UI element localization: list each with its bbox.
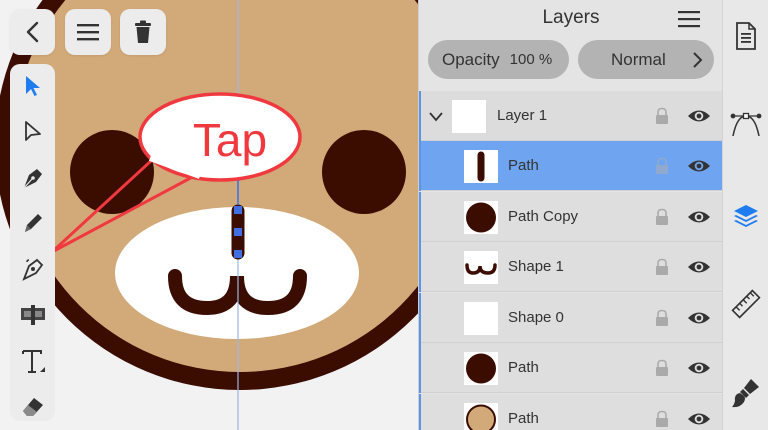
eye-icon[interactable] xyxy=(687,411,711,427)
text-T-icon xyxy=(21,350,45,373)
fill-tool[interactable] xyxy=(10,295,55,335)
document-button[interactable] xyxy=(723,16,768,56)
ruler-icon xyxy=(731,289,761,319)
layer-name: Path Copy xyxy=(508,208,579,225)
back-button[interactable] xyxy=(10,9,55,55)
drawing-canvas[interactable]: Tap xyxy=(0,0,418,430)
row-indicator xyxy=(419,141,421,191)
move-tool[interactable] xyxy=(10,66,55,106)
layer-name: Path xyxy=(508,410,539,427)
hamburger-icon[interactable] xyxy=(677,9,701,29)
layer-name: Layer 1 xyxy=(497,107,548,124)
eye-icon[interactable] xyxy=(687,310,711,326)
callout-text: Tap xyxy=(193,114,267,166)
lock-icon[interactable] xyxy=(655,208,669,226)
paintbrush-icon xyxy=(732,379,759,408)
layer-row-selected[interactable]: Path xyxy=(419,141,723,191)
inspector-sidebar xyxy=(722,0,768,430)
row-indicator xyxy=(419,192,421,242)
chevron-down-icon[interactable] xyxy=(428,111,444,123)
anchor-node-middle[interactable] xyxy=(234,228,242,236)
pen-tool[interactable] xyxy=(10,158,55,198)
layers-stack-icon xyxy=(734,205,758,227)
opacity-value: 100 % xyxy=(509,51,553,68)
pencil-tool[interactable] xyxy=(10,203,55,243)
layer-thumbnail xyxy=(464,251,498,284)
lock-icon[interactable] xyxy=(655,258,669,276)
layer-row[interactable]: Shape 1 xyxy=(419,242,723,292)
layer-row[interactable]: Path xyxy=(419,343,723,393)
lock-icon[interactable] xyxy=(655,410,669,428)
layers-panel: Layers Opacity 100 % Normal Layer 1 Path… xyxy=(418,0,723,430)
lock-icon[interactable] xyxy=(655,157,669,175)
row-indicator xyxy=(419,343,421,393)
layer-name: Path xyxy=(508,359,539,376)
eye-icon[interactable] xyxy=(687,360,711,376)
bezier-path-icon xyxy=(730,112,762,137)
arrow-direct-icon xyxy=(24,121,41,141)
text-tool[interactable] xyxy=(10,342,55,382)
pencil-icon xyxy=(24,214,42,232)
delete-button[interactable] xyxy=(120,9,166,55)
document-icon xyxy=(736,22,756,50)
layer-thumbnail xyxy=(464,352,498,385)
layer-name: Path xyxy=(508,157,539,174)
eye-icon[interactable] xyxy=(687,158,711,174)
layer-name: Shape 1 xyxy=(508,258,564,275)
layer-row[interactable]: Shape 0 xyxy=(419,293,723,343)
anchor-node-top[interactable] xyxy=(234,206,242,214)
style-button[interactable] xyxy=(723,373,768,413)
layer-thumbnail xyxy=(464,150,498,183)
layer-thumbnail xyxy=(464,201,498,234)
layer-row-group[interactable]: Layer 1 xyxy=(419,91,723,141)
layer-row[interactable]: Path Copy xyxy=(419,192,723,242)
anchor-node-bottom[interactable] xyxy=(234,250,242,258)
node-tool[interactable] xyxy=(10,112,55,152)
eraser-tool[interactable] xyxy=(10,386,55,426)
layers-button[interactable] xyxy=(723,195,768,235)
eye-icon[interactable] xyxy=(687,209,711,225)
lock-icon[interactable] xyxy=(655,309,669,327)
layer-thumbnail xyxy=(464,403,498,430)
eye-icon[interactable] xyxy=(687,259,711,275)
path-edit-button[interactable] xyxy=(723,105,768,145)
opacity-label: Opacity xyxy=(442,49,500,69)
blend-mode-value: Normal xyxy=(611,49,666,69)
tool-palette xyxy=(10,64,55,421)
trash-icon xyxy=(135,20,151,43)
right-eye[interactable] xyxy=(322,130,406,214)
row-indicator xyxy=(419,91,421,141)
eraser-icon xyxy=(22,398,43,416)
row-indicator xyxy=(419,293,421,343)
arrow-select-icon xyxy=(25,76,40,96)
pen-nib-icon xyxy=(23,169,42,189)
row-indicator xyxy=(419,394,421,430)
lock-icon[interactable] xyxy=(655,359,669,377)
lock-icon[interactable] xyxy=(655,107,669,125)
corner-tool[interactable] xyxy=(10,249,55,289)
eye-icon[interactable] xyxy=(687,108,711,124)
row-indicator xyxy=(419,242,421,292)
opacity-control[interactable]: Opacity 100 % xyxy=(428,40,569,79)
layer-name: Shape 0 xyxy=(508,309,564,326)
ruler-button[interactable] xyxy=(723,284,768,324)
artwork[interactable]: Tap xyxy=(0,0,418,430)
blend-mode-select[interactable]: Normal xyxy=(578,40,714,79)
chevron-right-icon xyxy=(693,52,703,68)
layer-thumbnail xyxy=(464,302,498,335)
layer-row[interactable]: Path xyxy=(419,394,723,430)
layer-thumbnail xyxy=(452,100,486,133)
hamburger-icon xyxy=(77,24,99,41)
gradient-fill-icon xyxy=(20,305,45,325)
chevron-left-icon xyxy=(26,21,38,43)
corner-pen-icon xyxy=(21,258,43,281)
menu-button[interactable] xyxy=(65,9,111,55)
